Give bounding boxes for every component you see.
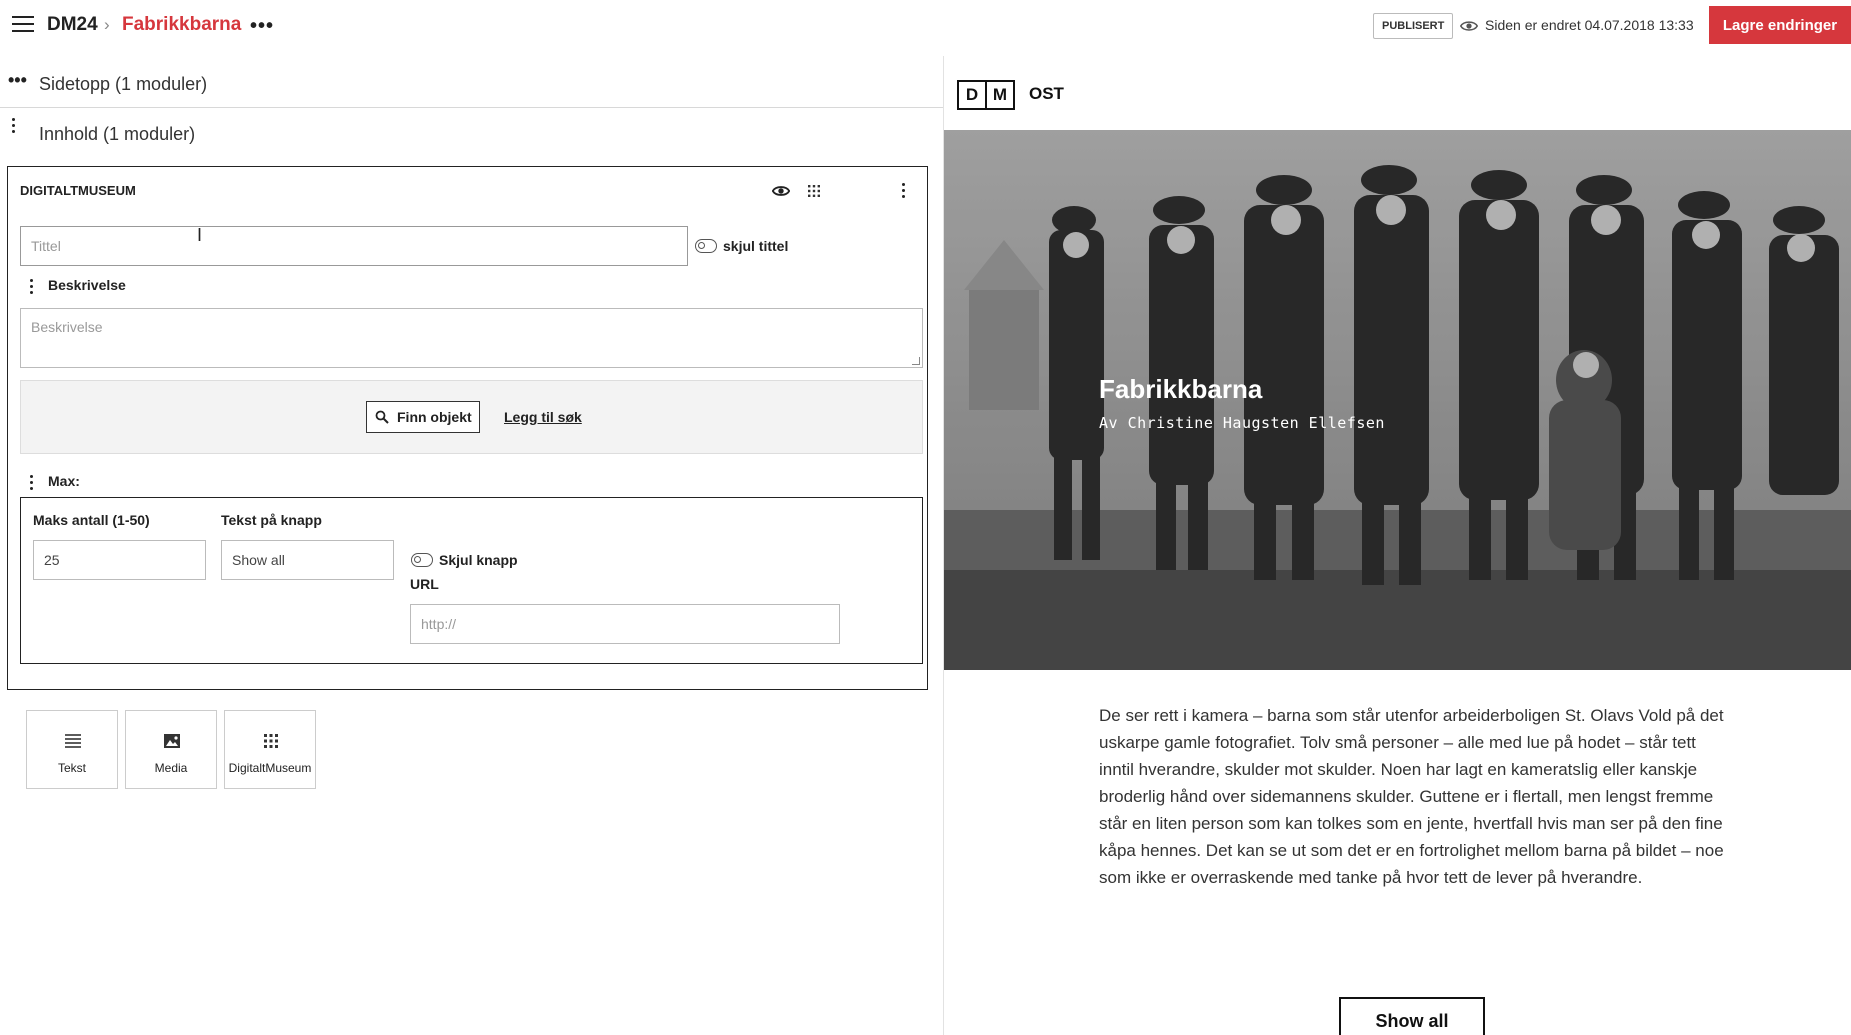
section-label: Innhold (1 moduler) <box>39 124 196 144</box>
hide-title-label: skjul tittel <box>723 238 789 254</box>
module-title: DIGITALTMUSEUM <box>20 183 136 198</box>
add-text-module-button[interactable]: Tekst <box>26 710 118 789</box>
add-media-module-button[interactable]: Media <box>125 710 217 789</box>
text-lines-icon <box>65 734 81 748</box>
search-icon <box>375 410 389 424</box>
max-count-input[interactable] <box>33 540 206 580</box>
children-photo-image <box>944 130 1851 670</box>
description-placeholder: Beskrivelse <box>31 319 103 335</box>
section-options-icon[interactable] <box>12 118 18 141</box>
description-heading: Beskrivelse <box>48 277 126 293</box>
object-search-panel: Finn objekt Legg til søk <box>20 380 923 454</box>
preview-panel: D M OST Fabrikkbarna Av Christine Haugst… <box>944 56 1851 1035</box>
show-all-button[interactable]: Show all <box>1339 997 1485 1035</box>
hero-image: Fabrikkbarna Av Christine Haugsten Ellef… <box>944 130 1851 670</box>
add-search-link[interactable]: Legg til søk <box>504 409 582 425</box>
text-cursor-icon: I <box>197 225 203 245</box>
max-settings-box: Maks antall (1-50) Tekst på knapp Skjul … <box>20 497 923 664</box>
button-text-label: Tekst på knapp <box>221 512 322 528</box>
tile-label: Media <box>154 761 188 775</box>
button-text-input[interactable] <box>221 540 394 580</box>
tile-label: Tekst <box>57 761 86 775</box>
logo-letter: M <box>985 80 1015 110</box>
breadcrumb-current-page[interactable]: Fabrikkbarna <box>122 14 241 36</box>
section-options-icon[interactable]: ••• <box>8 70 27 91</box>
find-object-button[interactable]: Finn objekt <box>366 401 480 433</box>
find-object-label: Finn objekt <box>397 409 472 425</box>
top-bar: DM24 › Fabrikkbarna ••• PUBLISERT Siden … <box>0 0 1851 56</box>
hide-button-toggle[interactable] <box>411 553 433 567</box>
hide-title-toggle[interactable] <box>695 239 717 253</box>
tile-label: DigitaltMuseum <box>228 761 312 775</box>
max-options-icon[interactable] <box>30 475 34 493</box>
add-digitaltmuseum-module-button[interactable]: DigitaltMuseum <box>224 710 316 789</box>
description-textarea[interactable]: Beskrivelse <box>20 308 923 368</box>
url-label: URL <box>410 576 439 592</box>
title-input[interactable] <box>20 226 688 266</box>
logo-suffix: OST <box>1029 84 1064 103</box>
article-body: De ser rett i kamera – barna som står ut… <box>1099 706 1724 887</box>
eye-icon <box>1460 21 1478 31</box>
grid-icon <box>264 734 278 748</box>
menu-icon[interactable] <box>12 16 34 34</box>
module-more-icon[interactable] <box>902 183 906 201</box>
last-changed-text: Siden er endret 04.07.2018 13:33 <box>1485 17 1694 33</box>
section-content[interactable]: Innhold (1 moduler) <box>0 110 943 158</box>
max-count-label: Maks antall (1-50) <box>33 512 150 528</box>
status-badge: PUBLISERT <box>1373 13 1454 39</box>
digitaltmuseum-module: DIGITALTMUSEUM skjul tittel Beskrivelse … <box>7 166 928 690</box>
hide-button-label: Skjul knapp <box>439 552 518 568</box>
save-changes-button[interactable]: Lagre endringer <box>1709 6 1851 44</box>
breadcrumb-separator: › <box>104 15 110 34</box>
hero-byline: Av Christine Haugsten Ellefsen <box>1099 414 1385 432</box>
page-options-icon[interactable]: ••• <box>250 15 274 38</box>
section-label: Sidetopp (1 moduler) <box>39 74 208 94</box>
breadcrumb-root[interactable]: DM24 <box>47 14 98 36</box>
logo-letter: D <box>957 80 987 110</box>
editor-panel: ••• Sidetopp (1 moduler) Innhold (1 modu… <box>0 56 943 1035</box>
section-page-top[interactable]: ••• Sidetopp (1 moduler) <box>0 60 943 108</box>
dm-logo: D M <box>957 80 1015 110</box>
max-heading: Max: <box>48 473 80 489</box>
description-options-icon[interactable] <box>30 279 34 297</box>
visibility-eye-icon[interactable] <box>772 184 790 198</box>
image-icon <box>164 734 180 748</box>
url-input[interactable] <box>410 604 840 644</box>
drag-grid-icon[interactable] <box>807 184 821 198</box>
hero-title: Fabrikkbarna <box>1099 374 1263 404</box>
resize-handle-icon[interactable] <box>912 357 920 365</box>
